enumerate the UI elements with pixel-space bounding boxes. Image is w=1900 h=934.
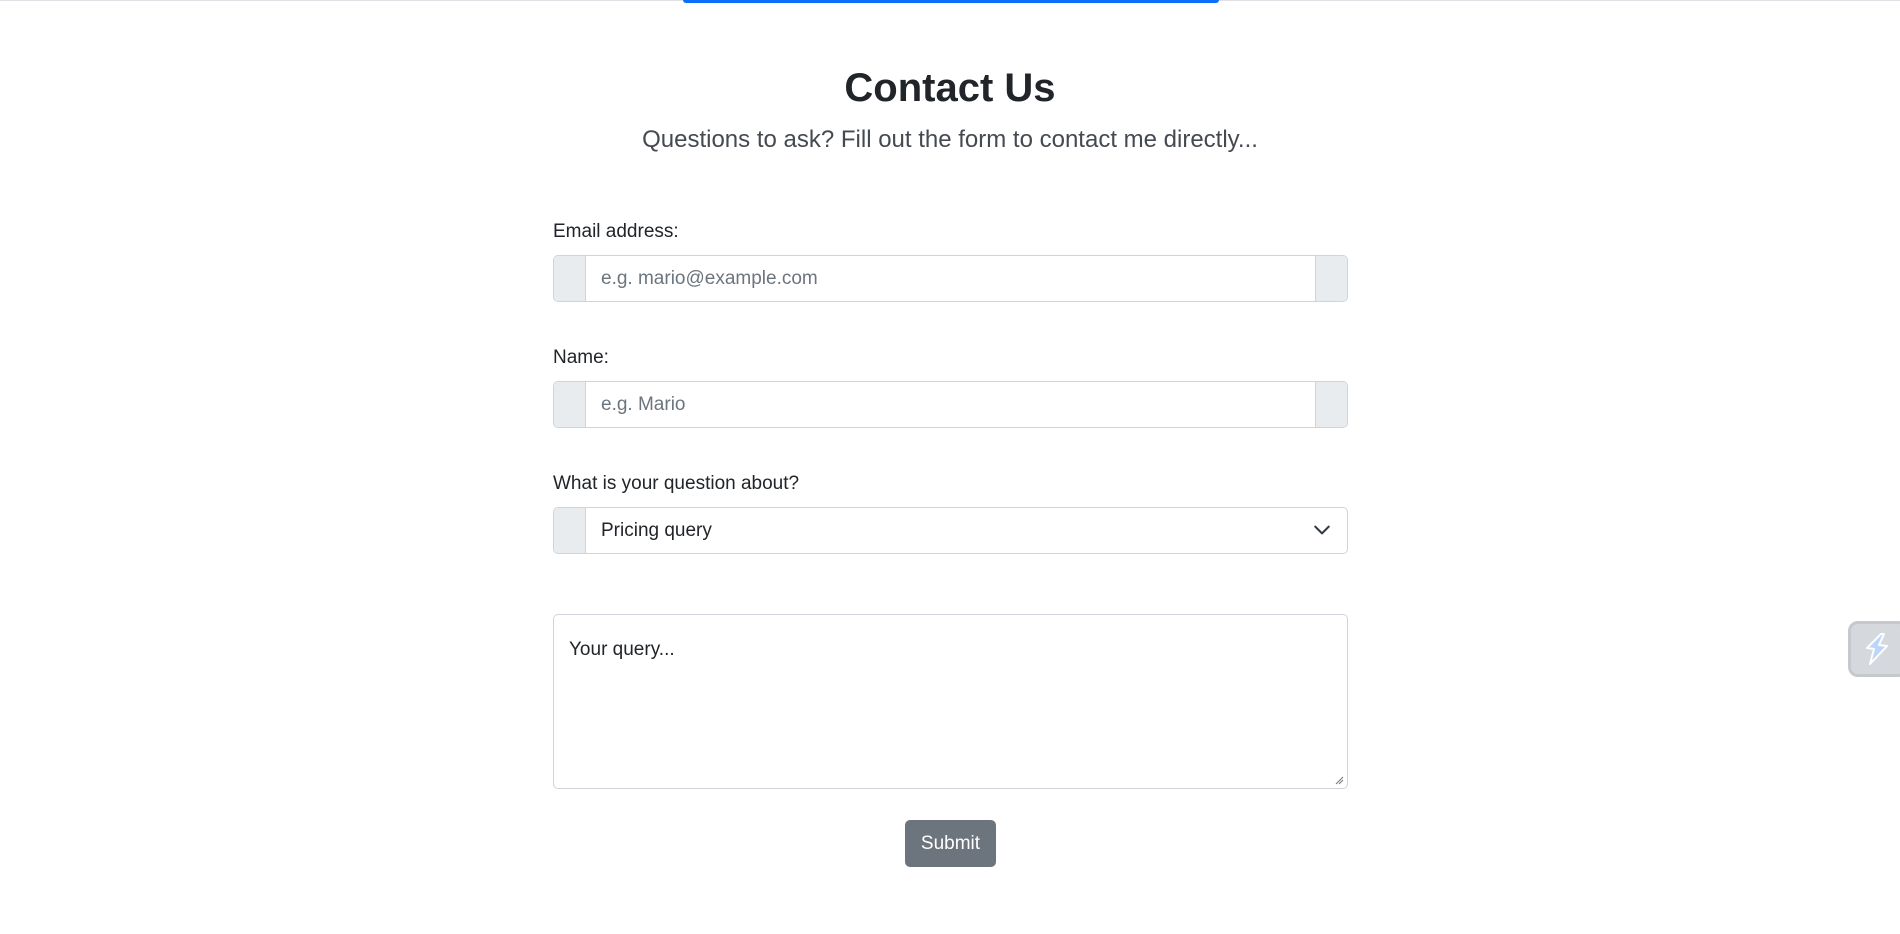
name-label: Name: bbox=[553, 347, 609, 368]
resize-grip-icon[interactable] bbox=[1334, 775, 1344, 785]
chevron-down-icon bbox=[1314, 525, 1330, 535]
name-input-group bbox=[553, 381, 1348, 428]
submit-row: Submit bbox=[553, 820, 1348, 867]
email-input-group bbox=[553, 255, 1348, 302]
name-addon-left bbox=[554, 382, 586, 427]
page-title: Contact Us bbox=[844, 66, 1056, 110]
submit-button[interactable]: Submit bbox=[904, 820, 997, 867]
email-addon-left bbox=[554, 256, 586, 301]
floating-widget-button[interactable] bbox=[1848, 621, 1900, 677]
email-addon-right bbox=[1315, 256, 1347, 301]
lightning-icon bbox=[1866, 633, 1888, 665]
active-nav-indicator bbox=[683, 0, 1219, 3]
topic-select[interactable]: Pricing query bbox=[586, 508, 1347, 553]
name-input[interactable] bbox=[586, 382, 1315, 427]
email-label: Email address: bbox=[553, 221, 679, 242]
contact-form: Email address: Name: What is your questi… bbox=[553, 220, 1348, 867]
topic-input-group: Pricing query bbox=[553, 507, 1348, 554]
topic-addon-left bbox=[554, 508, 586, 553]
topic-selected-value: Pricing query bbox=[601, 519, 712, 541]
topic-label: What is your question about? bbox=[553, 473, 800, 494]
query-textarea[interactable]: Your query... bbox=[553, 614, 1348, 789]
email-input[interactable] bbox=[586, 256, 1315, 301]
query-text: Your query... bbox=[569, 639, 675, 660]
name-addon-right bbox=[1315, 382, 1347, 427]
page-subtitle: Questions to ask? Fill out the form to c… bbox=[642, 126, 1258, 153]
